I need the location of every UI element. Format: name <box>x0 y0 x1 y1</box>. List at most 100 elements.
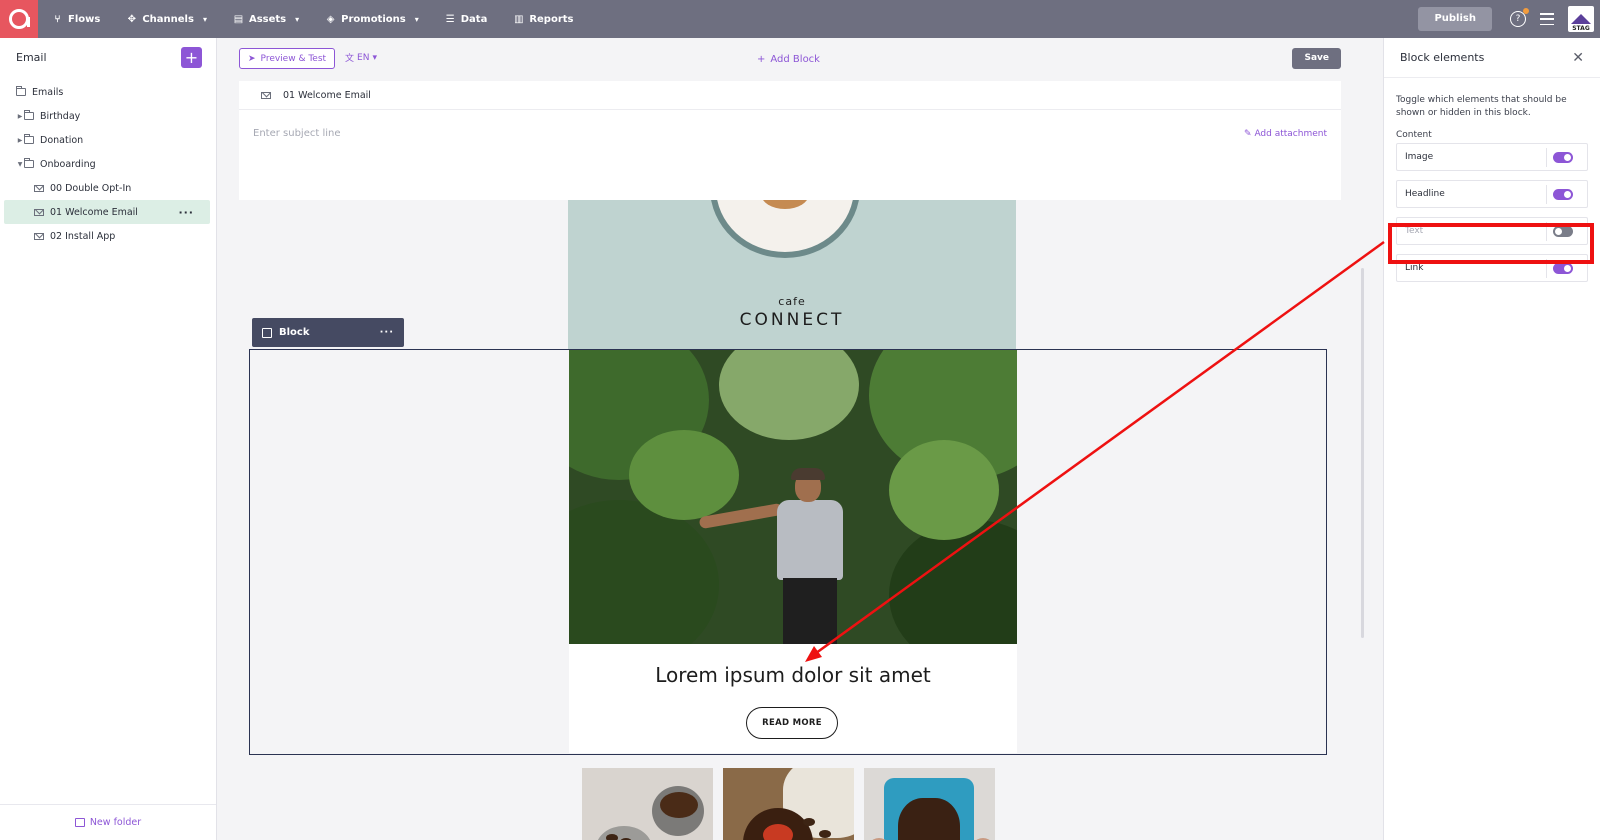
promotions-icon: ◈ <box>326 13 335 25</box>
publish-button[interactable]: Publish <box>1418 7 1492 31</box>
annotation-highlight-box <box>1388 223 1594 264</box>
selected-block[interactable]: Lorem ipsum dolor sit amet READ MORE <box>249 349 1327 755</box>
nav-channels[interactable]: ✥ Channels ▾ <box>126 14 207 25</box>
new-folder-button[interactable]: New folder <box>0 804 216 840</box>
tree-email-item-selected[interactable]: 01 Welcome Email ··· <box>4 200 210 224</box>
tree-folder-emails[interactable]: Emails <box>0 80 216 104</box>
avatar[interactable]: STAG <box>1568 6 1594 32</box>
tree-label: Birthday <box>40 110 81 122</box>
add-block-label: Add Block <box>770 54 820 65</box>
folder-icon <box>16 86 26 96</box>
tree-folder-onboarding[interactable]: ▼ Onboarding <box>0 152 216 176</box>
mountain-icon <box>1571 14 1591 24</box>
close-icon[interactable]: ✕ <box>1572 50 1584 66</box>
plus-icon: + <box>757 54 766 65</box>
editor-toolbar: ➤ Preview & Test 文 EN ▾ + Add Block Save <box>239 48 1341 72</box>
app-logo[interactable] <box>0 0 38 38</box>
read-more-button[interactable]: READ MORE <box>746 707 838 739</box>
send-icon: ➤ <box>248 53 256 64</box>
nav-promotions-label: Promotions <box>341 13 406 25</box>
link-toggle-switch[interactable] <box>1553 263 1573 274</box>
nav-promotions[interactable]: ◈ Promotions ▾ <box>325 14 419 25</box>
chevron-right-icon[interactable]: ▶ <box>16 113 24 120</box>
thumbnail-beans-bag[interactable] <box>864 768 995 840</box>
add-block-button[interactable]: + Add Block <box>757 54 820 65</box>
logo-icon <box>9 9 30 29</box>
nav-data[interactable]: ☰ Data <box>445 14 488 25</box>
email-tab[interactable]: 01 Welcome Email <box>239 81 1341 110</box>
add-email-button[interactable]: + <box>181 46 202 68</box>
tree-label: 01 Welcome Email <box>50 206 138 218</box>
new-folder-icon <box>74 818 85 827</box>
block-toolbar[interactable]: Block ··· <box>252 318 404 347</box>
chevron-down-icon: ▾ <box>372 52 377 63</box>
chevron-down-icon: ▾ <box>202 14 207 24</box>
nav-assets-label: Assets <box>248 13 287 25</box>
nav-assets[interactable]: ▤ Assets ▾ <box>233 14 299 25</box>
reports-icon: ▥ <box>514 13 524 25</box>
checkbox-icon[interactable] <box>262 327 272 338</box>
tree-email-item[interactable]: 02 Install App <box>0 224 216 248</box>
email-canvas: cafe CONNECT Lorem ipsum dolor sit amet … <box>239 200 1341 840</box>
hero-figure-body <box>777 500 843 580</box>
tree-label: 02 Install App <box>50 230 116 242</box>
nav-flows[interactable]: ⑂ Flows <box>52 13 101 25</box>
panel-title: Block elements <box>1400 51 1485 64</box>
folder-icon <box>24 110 34 120</box>
add-attachment-link[interactable]: ✎ Add attachment <box>1244 129 1327 139</box>
attachment-label: Add attachment <box>1254 129 1327 139</box>
hero-image[interactable] <box>569 350 1017 644</box>
nav-flows-label: Flows <box>68 13 101 25</box>
top-navigation-bar: ⑂ Flows ✥ Channels ▾ ▤ Assets ▾ ◈ Promot… <box>0 0 1600 38</box>
notification-dot <box>1523 8 1529 14</box>
tree-folder-donation[interactable]: ▶ Donation <box>0 128 216 152</box>
brand-big-text: CONNECT <box>739 310 845 330</box>
settings-sliders-icon[interactable] <box>1540 13 1554 25</box>
save-button[interactable]: Save <box>1292 48 1341 69</box>
subject-input[interactable]: Enter subject line <box>253 128 341 139</box>
brand-small-text: cafe <box>778 295 806 308</box>
mail-icon <box>34 232 44 240</box>
preview-test-button[interactable]: ➤ Preview & Test <box>239 48 336 69</box>
chevron-down-icon: ▾ <box>295 14 300 24</box>
email-header: 01 Welcome Email Enter subject line ✎ Ad… <box>239 81 1341 200</box>
tree-label: 00 Double Opt-In <box>50 182 132 194</box>
canvas-content: cafe CONNECT Lorem ipsum dolor sit amet … <box>249 200 1327 840</box>
thumbnail-beans-cup[interactable] <box>582 768 713 840</box>
language-label: EN <box>357 52 370 63</box>
folder-icon <box>24 158 34 168</box>
data-icon: ☰ <box>445 13 455 25</box>
toggle-label: Headline <box>1405 189 1445 199</box>
image-toggle-switch[interactable] <box>1553 152 1573 163</box>
help-icon[interactable]: ? <box>1510 8 1529 27</box>
email-editor: ➤ Preview & Test 文 EN ▾ + Add Block Save… <box>217 38 1383 840</box>
headline-toggle-switch[interactable] <box>1553 189 1573 200</box>
email-sidebar: Email + Emails ▶ Birthday ▶ Donation ▼ O… <box>0 38 217 840</box>
hero-figure-cap <box>791 468 825 480</box>
tree-email-item[interactable]: 00 Double Opt-In <box>0 176 216 200</box>
nav-reports[interactable]: ▥ Reports <box>513 14 573 25</box>
tree-folder-birthday[interactable]: ▶ Birthday <box>0 104 216 128</box>
brand-header-block[interactable]: cafe CONNECT <box>568 200 1016 349</box>
mail-icon <box>34 208 44 216</box>
avatar-label: STAG <box>1572 25 1590 32</box>
tree-label: Onboarding <box>40 158 96 170</box>
toggle-label: Link <box>1405 263 1424 273</box>
mail-icon <box>34 184 44 192</box>
new-folder-label: New folder <box>89 817 142 828</box>
content-section-label: Content <box>1396 130 1432 140</box>
block-headline[interactable]: Lorem ipsum dolor sit amet <box>569 663 1017 687</box>
language-selector[interactable]: 文 EN ▾ <box>345 51 377 65</box>
chevron-right-icon[interactable]: ▶ <box>16 137 24 144</box>
thumbnail-beans-sack[interactable] <box>723 768 854 840</box>
more-options-icon[interactable]: ··· <box>380 327 394 338</box>
nav-channels-label: Channels <box>142 13 194 25</box>
email-tab-label: 01 Welcome Email <box>283 89 371 101</box>
canvas-scrollbar[interactable] <box>1361 268 1364 638</box>
main-nav: ⑂ Flows ✥ Channels ▾ ▤ Assets ▾ ◈ Promot… <box>52 0 600 38</box>
panel-header: Block elements ✕ <box>1384 38 1600 78</box>
top-right-actions: Publish ? STAG <box>1418 0 1600 38</box>
folder-tree: Emails ▶ Birthday ▶ Donation ▼ Onboardin… <box>0 80 216 248</box>
chevron-down-icon[interactable]: ▼ <box>16 161 24 168</box>
more-options-icon[interactable]: ··· <box>178 206 194 219</box>
